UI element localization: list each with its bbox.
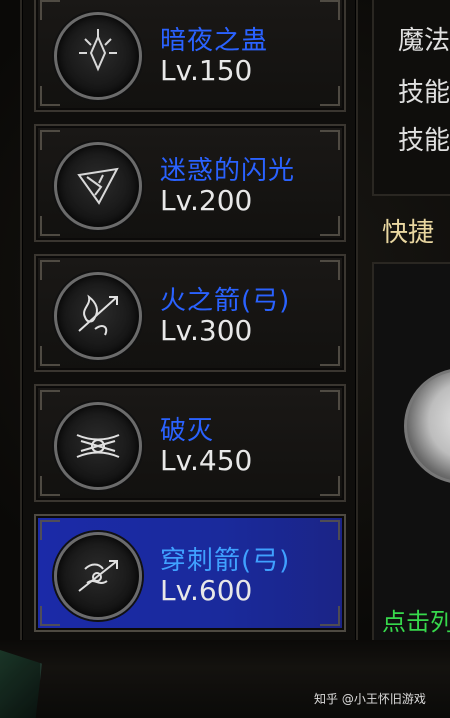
skill-level: Lv.150 [160, 54, 253, 87]
skill-name: 迷惑的闪光 [160, 156, 296, 186]
skill-name: 破灭 [160, 416, 215, 446]
corner-ornament [320, 130, 340, 150]
corner-ornament [320, 216, 340, 236]
game-skill-window: 暗夜之蛊 Lv.150 迷惑的闪光 Lv.200 火之箭(弓) Lv.300 破… [0, 0, 450, 718]
watermark: 知乎 @小王怀旧游戏 [314, 692, 426, 706]
corner-ornament [320, 86, 340, 106]
corner-ornament [320, 390, 340, 410]
info-line-skill: 技能 [398, 126, 450, 156]
corner-ornament [40, 520, 60, 540]
corner-ornament [320, 476, 340, 496]
corner-ornament [40, 216, 60, 236]
skill-list-panel: 暗夜之蛊 Lv.150 迷惑的闪光 Lv.200 火之箭(弓) Lv.300 破… [20, 0, 358, 656]
skill-name: 穿刺箭(弓) [160, 546, 291, 576]
skill-info-panel: 魔法 技能 技能 [372, 0, 450, 196]
skill-level: Lv.300 [160, 314, 253, 347]
corner-ornament [320, 606, 340, 626]
skill-card-4[interactable]: 破灭 Lv.450 [34, 384, 346, 502]
pierce-arrow-icon [54, 532, 142, 620]
corner-ornament [40, 390, 60, 410]
skill-card-5[interactable]: 穿刺箭(弓) Lv.600 [34, 514, 346, 632]
corner-ornament [320, 346, 340, 366]
skill-card-2[interactable]: 迷惑的闪光 Lv.200 [34, 124, 346, 242]
corner-ornament [40, 606, 60, 626]
flash-icon [54, 142, 142, 230]
poison-icon [54, 12, 142, 100]
corner-ornament [40, 476, 60, 496]
shortcut-title: 快捷 [382, 218, 435, 248]
skill-level: Lv.600 [160, 574, 253, 607]
corner-ornament [40, 130, 60, 150]
skill-level: Lv.450 [160, 444, 253, 477]
corner-ornament [40, 86, 60, 106]
corner-ornament [320, 260, 340, 280]
info-line-magic: 魔法 [398, 26, 450, 56]
shortcut-panel [372, 262, 450, 656]
corner-ornament [40, 0, 60, 20]
skill-name: 暗夜之蛊 [160, 26, 269, 56]
shortcut-slot[interactable] [404, 368, 450, 484]
corner-ornament [40, 260, 60, 280]
skill-card-3[interactable]: 火之箭(弓) Lv.300 [34, 254, 346, 372]
skill-card-1[interactable]: 暗夜之蛊 Lv.150 [34, 0, 346, 112]
corner-ornament [320, 520, 340, 540]
ruin-icon [54, 402, 142, 490]
corner-ornament [40, 346, 60, 366]
corner-ornament [320, 0, 340, 20]
shortcut-hint: 点击列 [382, 608, 450, 636]
skill-name: 火之箭(弓) [160, 286, 291, 316]
info-line-skill: 技能 [398, 78, 450, 108]
fire-arrow-icon [54, 272, 142, 360]
skill-level: Lv.200 [160, 184, 253, 217]
